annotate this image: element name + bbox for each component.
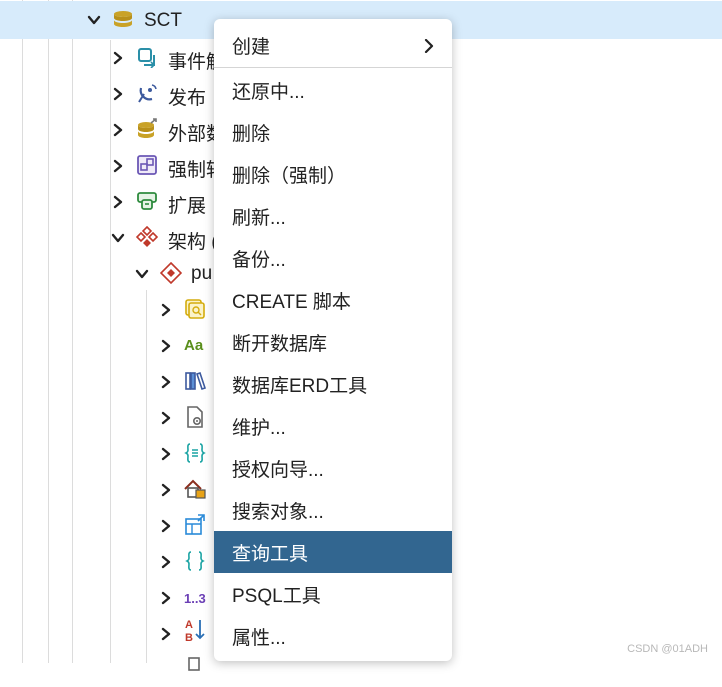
cast-icon	[136, 154, 158, 176]
extension-icon	[136, 190, 158, 212]
menu-item-query-tool[interactable]: 查询工具	[214, 531, 452, 573]
menu-item-label: PSQL工具	[232, 585, 321, 607]
chevron-down-icon[interactable]	[134, 266, 150, 282]
chevron-right-icon[interactable]	[110, 86, 126, 102]
chevron-right-icon[interactable]	[110, 158, 126, 174]
menu-item-maintenance[interactable]: 维护...	[214, 407, 452, 445]
tree-node-label: 扩展	[168, 196, 207, 217]
sort-alpha-icon: A B	[184, 619, 206, 643]
menu-item-label: 数据库ERD工具	[232, 375, 368, 397]
chevron-right-icon	[422, 37, 436, 59]
chevron-right-icon[interactable]	[158, 338, 174, 354]
chevron-down-icon[interactable]	[110, 230, 126, 246]
menu-item-grant-wizard[interactable]: 授权向导...	[214, 449, 452, 487]
menu-item-label: 查询工具	[232, 543, 309, 565]
chevron-right-icon[interactable]	[158, 554, 174, 570]
menu-item-label: 属性...	[232, 627, 286, 649]
menu-separator	[214, 67, 452, 68]
menu-item-restore[interactable]: 还原中...	[214, 71, 452, 109]
menu-item-label: CREATE 脚本	[232, 291, 351, 313]
table-export-icon	[184, 514, 206, 536]
svg-text:A: A	[185, 619, 193, 631]
books-icon	[184, 370, 206, 392]
menu-item-search-objects[interactable]: 搜索对象...	[214, 491, 452, 529]
svg-text:B: B	[185, 632, 193, 643]
home-icon	[184, 478, 206, 500]
tree-node-label: pu	[191, 263, 213, 284]
menu-item-label: 创建	[232, 36, 271, 58]
menu-item-psql-tool[interactable]: PSQL工具	[214, 575, 452, 613]
menu-item-properties[interactable]: 属性...	[214, 617, 452, 655]
menu-item-label: 授权向导...	[232, 459, 324, 481]
menu-item-label: 删除（强制）	[232, 165, 347, 187]
chevron-right-icon[interactable]	[158, 482, 174, 498]
menu-item-label: 刷新...	[232, 207, 286, 229]
menu-item-create[interactable]: 创建	[214, 26, 452, 64]
puzzle-icon	[184, 654, 206, 676]
collation-icon: Aa	[184, 336, 204, 354]
menu-item-label: 还原中...	[232, 81, 305, 103]
chevron-right-icon[interactable]	[158, 518, 174, 534]
chevron-right-icon[interactable]	[158, 626, 174, 642]
curly-braces-list-icon	[184, 442, 206, 464]
menu-item-delete-force[interactable]: 删除（强制）	[214, 155, 452, 193]
menu-item-label: 搜索对象...	[232, 501, 324, 523]
chevron-right-icon[interactable]	[158, 302, 174, 318]
chevron-right-icon[interactable]	[158, 374, 174, 390]
menu-item-backup[interactable]: 备份...	[214, 239, 452, 277]
schema-icon	[160, 262, 182, 284]
fts-search-icon	[184, 298, 206, 320]
menu-item-delete[interactable]: 删除	[214, 113, 452, 151]
chevron-right-icon[interactable]	[110, 50, 126, 66]
menu-item-label: 断开数据库	[232, 333, 328, 355]
foreign-data-wrapper-icon	[136, 118, 158, 140]
tree-node-label: 发布	[168, 88, 207, 109]
menu-item-erd-tool[interactable]: 数据库ERD工具	[214, 365, 452, 403]
menu-item-label: 删除	[232, 123, 271, 145]
schemas-icon	[136, 226, 158, 248]
chevron-down-icon[interactable]	[86, 12, 102, 28]
chevron-right-icon[interactable]	[158, 590, 174, 606]
sequence-icon: 1..3	[184, 590, 206, 606]
context-menu: 创建 还原中... 删除 删除（强制） 刷新... 备份... CREATE 脚…	[214, 19, 452, 661]
menu-item-label: 备份...	[232, 249, 286, 271]
menu-item-label: 维护...	[232, 417, 286, 439]
curly-braces-icon	[184, 550, 206, 572]
chevron-right-icon[interactable]	[158, 410, 174, 426]
tree-node-label: SCT	[144, 10, 182, 31]
menu-item-create-script[interactable]: CREATE 脚本	[214, 281, 452, 319]
tree-node-label: 架构 (	[168, 232, 218, 253]
database-icon	[112, 9, 134, 31]
menu-item-refresh[interactable]: 刷新...	[214, 197, 452, 235]
event-trigger-icon	[136, 46, 158, 68]
menu-item-disconnect-database[interactable]: 断开数据库	[214, 323, 452, 361]
publication-icon	[136, 82, 158, 104]
chevron-right-icon[interactable]	[110, 122, 126, 138]
document-gear-icon	[184, 406, 206, 428]
chevron-right-icon[interactable]	[110, 194, 126, 210]
watermark: CSDN @01ADH	[627, 643, 708, 655]
chevron-right-icon[interactable]	[158, 446, 174, 462]
